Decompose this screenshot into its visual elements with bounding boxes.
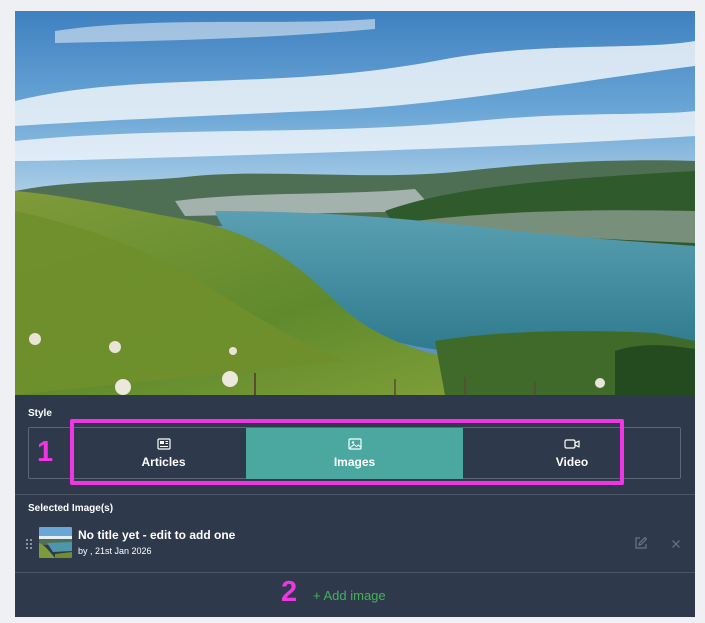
edit-icon[interactable] — [634, 536, 648, 550]
drag-handle-icon[interactable] — [25, 538, 33, 550]
style-option-articles[interactable]: Articles — [82, 428, 245, 479]
style-option-video[interactable]: Video — [464, 428, 680, 479]
selected-images-label: Selected Image(s) — [28, 503, 114, 514]
style-option-label: Articles — [141, 455, 186, 469]
add-image-button[interactable]: + Add image — [313, 588, 386, 603]
section-divider — [15, 572, 695, 573]
image-title: No title yet - edit to add one — [78, 528, 236, 542]
style-option-label: Images — [333, 455, 376, 469]
annotation-marker-2: 2 — [281, 576, 298, 608]
annotation-marker-1: 1 — [37, 436, 54, 468]
newspaper-icon — [156, 438, 171, 450]
close-icon[interactable] — [670, 537, 682, 549]
image-meta: by , 21st Jan 2026 — [78, 546, 152, 556]
content-settings-panel: Style Articles Images Video 1 Selected I… — [15, 395, 695, 617]
section-divider — [15, 494, 695, 495]
style-label: Style — [28, 408, 52, 419]
hero-image — [15, 11, 695, 395]
style-option-label: Video — [555, 455, 589, 469]
image-icon — [347, 438, 362, 450]
style-option-images[interactable]: Images — [246, 428, 463, 479]
image-thumbnail — [39, 527, 72, 558]
video-camera-icon — [564, 439, 580, 449]
